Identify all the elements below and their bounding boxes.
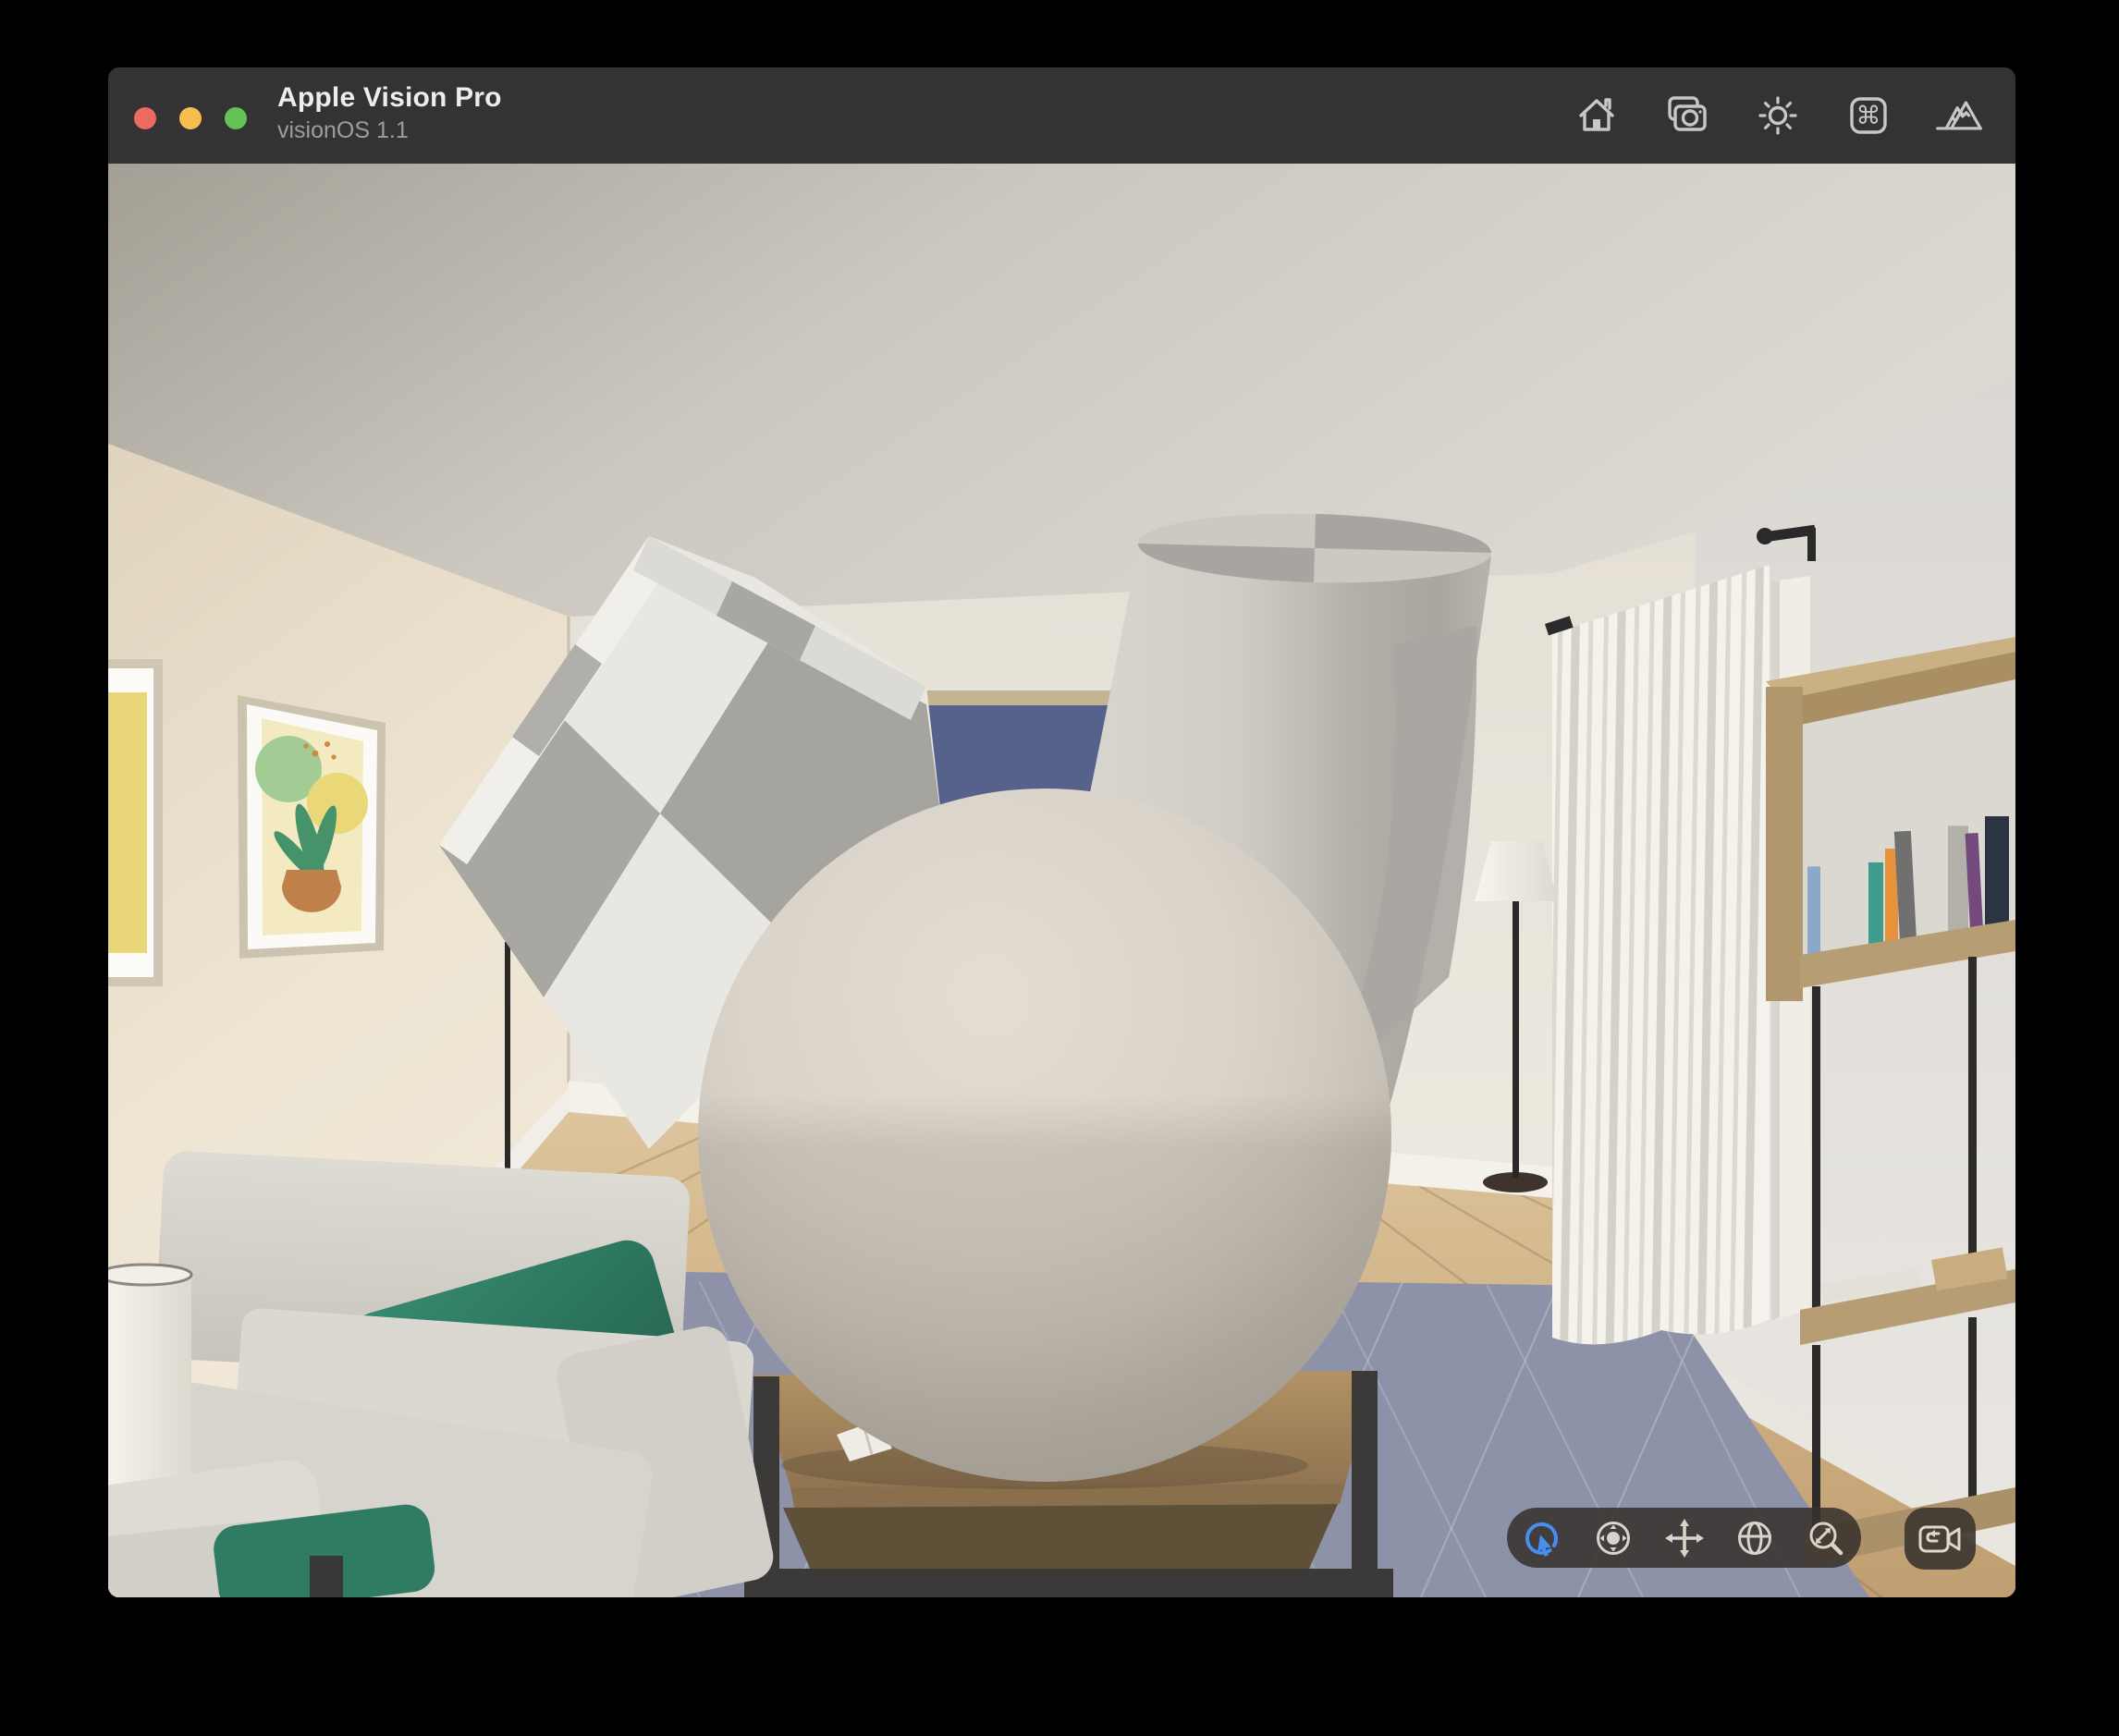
book [1985, 816, 2009, 927]
book [2011, 835, 2015, 923]
tap-gesture-icon[interactable] [1520, 1516, 1564, 1560]
living-room-scene [108, 164, 2015, 1597]
camera-control-bar [1507, 1508, 1861, 1568]
zoom-button[interactable] [225, 107, 247, 129]
book [1822, 850, 1846, 953]
window-title-block: Apple Vision Pro visionOS 1.1 [277, 82, 502, 143]
mountains-environment-icon[interactable] [1934, 92, 1984, 139]
restore-camera-button[interactable] [1905, 1508, 1976, 1570]
home-icon[interactable] [1572, 92, 1622, 139]
simulator-window: Apple Vision Pro visionOS 1.1 [108, 67, 2015, 1597]
book [1807, 866, 1820, 955]
close-button[interactable] [134, 107, 156, 129]
window-title: Apple Vision Pro [277, 82, 502, 115]
wall-art-abstract [108, 664, 158, 982]
screenshot-camera-icon[interactable] [1662, 92, 1712, 139]
minimize-button[interactable] [179, 107, 202, 129]
book [1918, 823, 1946, 937]
title-bar[interactable]: Apple Vision Pro visionOS 1.1 [108, 67, 2015, 164]
rotate-control-icon[interactable] [1733, 1516, 1777, 1560]
window-subtitle: visionOS 1.1 [277, 117, 502, 144]
wall-art-plant [238, 695, 386, 959]
bookshelf-leg-front [1812, 986, 1820, 1312]
book [1948, 825, 1968, 933]
sun-brightness-icon[interactable] [1753, 92, 1803, 139]
traffic-lights [134, 107, 247, 129]
simulated-environment-viewport[interactable] [108, 164, 2015, 1597]
sphere [698, 789, 1391, 1482]
pan-control-icon[interactable] [1662, 1516, 1707, 1560]
book [1868, 862, 1883, 946]
orbit-control-icon[interactable] [1591, 1516, 1635, 1560]
simulator-toolbar: ⌘ [1572, 67, 1984, 164]
side-table-leg [310, 1556, 343, 1597]
command-key-icon[interactable]: ⌘ [1843, 92, 1893, 139]
desktop: { "window": { "title": "Apple Vision Pro… [0, 0, 2119, 1736]
bookshelf-side-panel [1766, 687, 1803, 1001]
svg-text:⌘: ⌘ [1856, 102, 1881, 130]
zoom-control-icon[interactable] [1804, 1516, 1848, 1560]
bookshelf-leg-back [1968, 957, 1977, 1302]
